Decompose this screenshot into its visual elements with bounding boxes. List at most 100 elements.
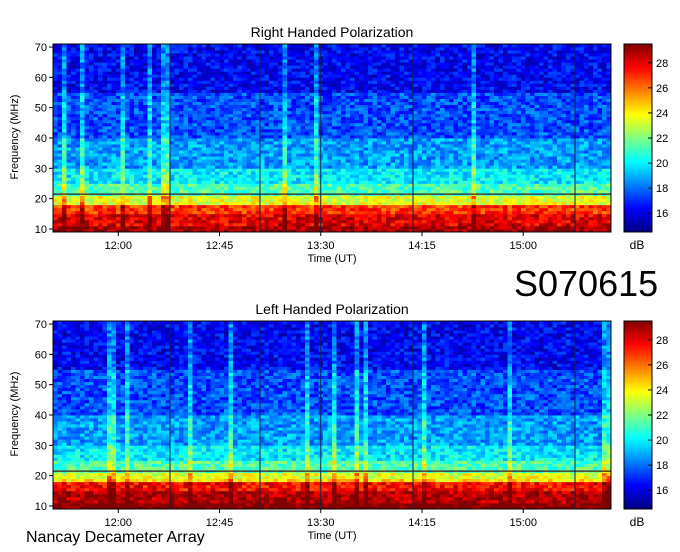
spectrogram-cell xyxy=(116,104,121,109)
spectrogram-cell xyxy=(372,56,378,60)
spectrogram-cell xyxy=(210,65,216,69)
spectrogram-cell xyxy=(291,225,297,230)
spectrogram-cell xyxy=(179,141,184,145)
spectrogram-cell xyxy=(381,134,387,139)
spectrogram-cell xyxy=(111,213,117,218)
spectrogram-cell xyxy=(345,131,351,136)
spectrogram-cell xyxy=(129,189,135,193)
spectrogram-cell xyxy=(354,168,360,172)
spectrogram-cell xyxy=(237,74,243,78)
spectrogram-cell xyxy=(260,53,265,57)
spectrogram-cell xyxy=(170,195,175,200)
spectrogram-cell xyxy=(336,98,342,103)
spectrogram-cell xyxy=(102,125,108,130)
spectrogram-cell xyxy=(395,219,400,224)
spectrogram-cell xyxy=(260,153,265,157)
spectrogram-cell xyxy=(197,159,202,163)
spectrogram-cell xyxy=(354,65,360,69)
spectrogram-cell xyxy=(242,159,247,163)
spectrogram-cell xyxy=(98,104,103,109)
spectrogram-cell xyxy=(260,162,265,166)
spectrogram-cell xyxy=(323,119,328,124)
spectrogram-cell xyxy=(215,156,220,160)
spectrogram-cell xyxy=(260,186,265,190)
spectrogram-cell xyxy=(377,92,382,96)
spectrogram-cell xyxy=(278,68,283,72)
spectrogram-cell xyxy=(300,98,306,103)
spectrogram-cell xyxy=(278,71,283,75)
spectrogram-cell xyxy=(264,83,270,87)
spectrogram-cell xyxy=(197,71,202,75)
spectrogram-cell xyxy=(350,80,355,84)
spectrogram-cell xyxy=(179,138,184,142)
spectrogram-cell xyxy=(125,156,130,160)
spectrogram-cell xyxy=(84,180,90,184)
spectrogram-cell xyxy=(350,174,355,178)
spectrogram-cell xyxy=(345,128,351,133)
spectrogram-cell xyxy=(264,107,270,112)
spectrogram-cell xyxy=(66,131,72,136)
spectrogram-cell xyxy=(332,144,337,148)
spectrogram-cell xyxy=(377,53,382,57)
spectrogram-cell xyxy=(134,216,139,221)
spectrogram-cell xyxy=(282,141,288,145)
spectrogram-cell xyxy=(282,134,288,139)
spectrogram-cell xyxy=(129,174,135,178)
spectrogram-cell xyxy=(332,147,337,151)
spectrogram-cell xyxy=(210,104,216,109)
spectrogram-cell xyxy=(80,201,85,206)
spectrogram-cell xyxy=(80,86,85,90)
spectrogram-cell xyxy=(350,56,355,60)
spectrogram-cell xyxy=(120,71,126,75)
spectrogram-cell xyxy=(66,83,72,87)
spectrogram-cell xyxy=(287,95,292,99)
spectrogram-cell xyxy=(107,204,112,209)
spectrogram-cell xyxy=(291,174,297,178)
spectrogram-cell xyxy=(242,131,247,136)
spectrogram-cell xyxy=(188,153,193,157)
spectrogram-cell xyxy=(314,89,319,93)
spectrogram-cell xyxy=(71,189,76,193)
spectrogram-cell xyxy=(66,153,72,157)
spectrogram-cell xyxy=(192,116,198,121)
spectrogram-cell xyxy=(413,144,418,148)
spectrogram-cell xyxy=(305,189,310,193)
spectrogram-cell xyxy=(404,186,409,190)
spectrogram-cell xyxy=(192,83,198,87)
spectrogram-cell xyxy=(179,50,184,54)
spectrogram-cell xyxy=(332,225,337,230)
spectrogram-cell xyxy=(372,207,378,212)
spectrogram-cell xyxy=(116,189,121,193)
spectrogram-cell xyxy=(192,110,198,115)
spectrogram-cell xyxy=(287,213,292,218)
spectrogram-cell xyxy=(152,131,157,136)
spectrogram-cell xyxy=(350,44,355,48)
spectrogram-cell xyxy=(161,138,166,142)
spectrogram-cell xyxy=(102,44,108,48)
spectrogram-cell xyxy=(300,113,306,118)
spectrogram-cell xyxy=(53,177,58,181)
spectrogram-cell xyxy=(156,83,162,87)
spectrogram-cell xyxy=(197,168,202,172)
spectrogram-cell xyxy=(228,47,234,51)
spectrogram-cell xyxy=(138,210,144,215)
spectrogram-cell xyxy=(53,134,58,139)
spectrogram-cell xyxy=(278,213,283,218)
spectrogram-cell xyxy=(386,53,391,57)
spectrogram-cell xyxy=(273,62,279,66)
spectrogram-cell xyxy=(152,210,157,215)
spectrogram-cell xyxy=(296,62,301,66)
spectrogram-cell xyxy=(215,134,220,139)
spectrogram-cell xyxy=(251,98,256,103)
spectrogram-cell xyxy=(134,62,139,66)
spectrogram-cell xyxy=(390,107,396,112)
spectrogram-cell xyxy=(314,183,319,187)
spectrogram-cell xyxy=(116,165,121,169)
spectrogram-cell xyxy=(98,180,103,184)
spectrogram-cell xyxy=(395,125,400,130)
spectrogram-cell xyxy=(332,107,337,112)
spectrogram-cell xyxy=(93,168,99,172)
spectrogram-cell xyxy=(332,213,337,218)
spectrogram-cell xyxy=(287,180,292,184)
spectrogram-cell xyxy=(161,189,166,193)
